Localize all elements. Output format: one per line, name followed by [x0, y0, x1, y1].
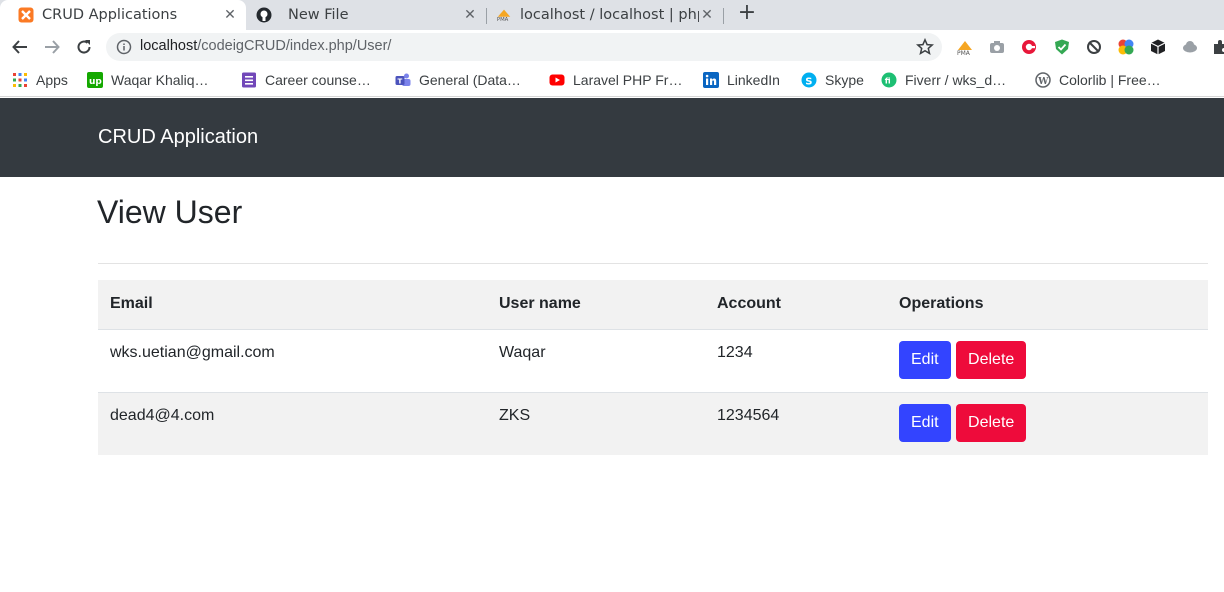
svg-text:PMA: PMA: [497, 17, 509, 23]
delete-button[interactable]: Delete: [956, 340, 1027, 379]
bookmark-colorlib[interactable]: W Colorlib | Free…: [1035, 71, 1161, 89]
reload-icon[interactable]: [73, 36, 95, 58]
navbar-brand[interactable]: CRUD Application: [98, 126, 258, 149]
cell-account: 1234: [705, 328, 887, 392]
browser-tab-strip: CRUD Applications ✕ New File ✕ PMA local…: [0, 0, 1224, 30]
cell-email: wks.uetian@gmail.com: [98, 328, 487, 392]
tab-title: CRUD Applications: [42, 7, 178, 23]
cloud-extension-icon[interactable]: [1181, 38, 1199, 56]
bookmark-linkedin[interactable]: LinkedIn: [703, 71, 780, 89]
tab-title: New File: [288, 7, 349, 23]
bookmark-label: Skype: [825, 72, 864, 88]
svg-text:fi: fi: [885, 77, 891, 86]
close-icon[interactable]: ✕: [462, 7, 478, 23]
bookmark-label: Apps: [36, 72, 68, 88]
app-navbar: CRUD Application: [0, 98, 1224, 177]
column-header-email: Email: [98, 280, 487, 329]
cell-operations: Edit Delete: [887, 328, 1208, 392]
bookmark-skype[interactable]: S Skype: [801, 71, 864, 89]
svg-text:up: up: [89, 77, 102, 87]
url-text: localhost/codeigCRUD/index.php/User/: [140, 38, 391, 54]
delete-button[interactable]: Delete: [956, 403, 1027, 442]
close-icon[interactable]: ✕: [222, 7, 238, 23]
linkedin-icon: [703, 72, 719, 88]
url-path: /codeigCRUD/index.php/User/: [197, 38, 392, 54]
youtube-icon: [549, 72, 565, 88]
phpmyadmin-extension-icon[interactable]: PMA: [956, 38, 974, 56]
divider: [98, 263, 1208, 264]
camera-extension-icon[interactable]: [988, 38, 1006, 56]
table-body: wks.uetian@gmail.com Waqar 1234 Edit Del…: [98, 328, 1208, 455]
address-bar[interactable]: localhost/codeigCRUD/index.php/User/: [106, 33, 942, 61]
bookmark-apps[interactable]: Apps: [12, 71, 68, 89]
bookmark-career-counse[interactable]: Career counse…: [241, 71, 371, 89]
color-picker-extension-icon[interactable]: [1117, 38, 1135, 56]
github-icon: [256, 7, 272, 23]
bookmark-label: General (Data…: [419, 72, 521, 88]
puzzle-extension-icon[interactable]: [1211, 38, 1224, 56]
column-header-username: User name: [487, 280, 705, 329]
close-icon[interactable]: ✕: [699, 7, 715, 23]
xampp-icon: [18, 7, 34, 23]
page-title: View User: [97, 194, 243, 230]
svg-text:W: W: [1037, 77, 1049, 87]
bookmark-label: Fiverr / wks_d…: [905, 72, 1007, 88]
bookmark-label: Career counse…: [265, 72, 371, 88]
bookmark-label: Colorlib | Free…: [1059, 72, 1161, 88]
cell-operations: Edit Delete: [887, 391, 1208, 455]
bookmark-fiverr[interactable]: fi Fiverr / wks_d…: [881, 71, 1006, 89]
skype-icon: S: [801, 72, 817, 88]
column-header-account: Account: [705, 280, 887, 329]
forward-arrow-icon[interactable]: [41, 36, 63, 58]
shield-extension-icon[interactable]: [1053, 38, 1071, 56]
teams-icon: T: [395, 72, 411, 88]
bookmarks-bar: Apps up Waqar Khaliq… Career counse… T G…: [0, 64, 1224, 97]
wordpress-icon: W: [1035, 72, 1051, 88]
browser-toolbar: localhost/codeigCRUD/index.php/User/ PMA: [0, 30, 1224, 64]
back-arrow-icon[interactable]: [9, 36, 31, 58]
table-header-row: Email User name Account Operations: [98, 280, 1208, 329]
fiverr-icon: fi: [881, 72, 897, 88]
cell-username: ZKS: [487, 391, 705, 455]
svg-text:T: T: [398, 78, 403, 86]
bookmark-waqar-khaliq[interactable]: up Waqar Khaliq…: [87, 71, 209, 89]
tab-new-file[interactable]: New File ✕: [246, 0, 486, 30]
cube-extension-icon[interactable]: [1149, 38, 1167, 56]
table-header: Email User name Account Operations: [98, 280, 1208, 329]
url-host: localhost: [140, 38, 198, 54]
tab-phpmyadmin[interactable]: PMA localhost / localhost | php ✕: [487, 0, 723, 30]
info-icon[interactable]: [116, 39, 132, 55]
upwork-icon: up: [87, 72, 103, 88]
apps-grid-icon: [12, 72, 28, 88]
edit-button[interactable]: Edit: [899, 340, 951, 379]
bookmark-star-icon[interactable]: [915, 37, 935, 56]
svg-text:S: S: [805, 76, 812, 87]
column-header-operations: Operations: [887, 280, 1208, 329]
bookmark-label: LinkedIn: [727, 72, 780, 88]
tab-title: localhost / localhost | php: [520, 7, 699, 23]
cell-username: Waqar: [487, 328, 705, 392]
bookmark-general-data[interactable]: T General (Data…: [395, 71, 521, 89]
bookmark-laravel-php[interactable]: Laravel PHP Fr…: [549, 71, 682, 89]
svg-text:PMA: PMA: [957, 50, 971, 56]
bookmark-label: Waqar Khaliq…: [111, 72, 209, 88]
new-tab-plus-icon[interactable]: +: [736, 2, 758, 25]
cell-email: dead4@4.com: [98, 391, 487, 455]
users-table: Email User name Account Operations wks.u…: [98, 280, 1208, 455]
table-row: wks.uetian@gmail.com Waqar 1234 Edit Del…: [98, 328, 1208, 392]
bookmark-label: Laravel PHP Fr…: [573, 72, 683, 88]
cell-account: 1234564: [705, 391, 887, 455]
edit-button[interactable]: Edit: [899, 403, 951, 442]
grammarly-extension-icon[interactable]: [1020, 38, 1038, 56]
tab-separator: [723, 8, 724, 24]
tab-crud-applications[interactable]: CRUD Applications ✕: [0, 0, 246, 30]
table-row: dead4@4.com ZKS 1234564 Edit Delete: [98, 391, 1208, 455]
phpmyadmin-icon: PMA: [496, 7, 512, 23]
sync-extension-icon[interactable]: [1085, 38, 1103, 56]
forms-icon: [241, 72, 257, 88]
